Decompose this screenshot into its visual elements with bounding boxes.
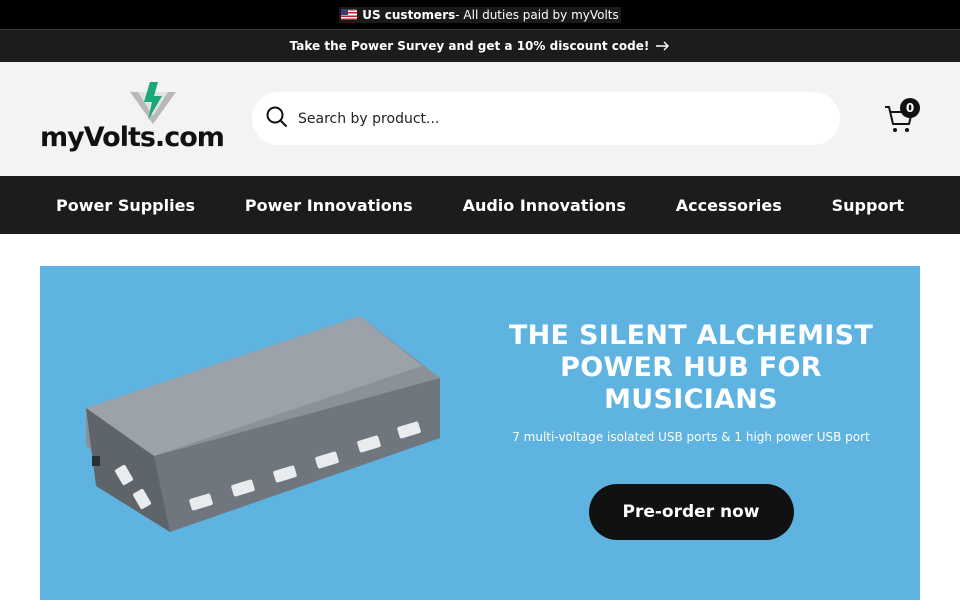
hero-title: THE SILENT ALCHEMIST POWER HUB FOR MUSIC… xyxy=(508,320,874,415)
nav-item-power-innovations[interactable]: Power Innovations xyxy=(245,196,413,215)
search-bar[interactable] xyxy=(252,92,840,145)
us-flag-icon xyxy=(341,9,358,20)
power-hub-product-image xyxy=(86,316,440,532)
survey-text: Take the Power Survey and get a 10% disc… xyxy=(289,39,650,53)
search-icon[interactable] xyxy=(266,106,288,132)
logo-bolt-icon xyxy=(130,82,176,124)
hero-subtitle: 7 multi-voltage isolated USB ports & 1 h… xyxy=(512,430,870,444)
cart-button[interactable]: 0 xyxy=(884,98,920,134)
nav-item-accessories[interactable]: Accessories xyxy=(676,196,782,215)
search-input[interactable] xyxy=(298,110,818,127)
announcement-bar: US customers - All duties paid by myVolt… xyxy=(0,0,960,29)
announcement-rest: - All duties paid by myVolts xyxy=(455,7,619,22)
announcement-content[interactable]: US customers - All duties paid by myVolt… xyxy=(339,6,621,23)
hero-banner[interactable]: THE SILENT ALCHEMIST POWER HUB FOR MUSIC… xyxy=(40,266,920,600)
main-nav: Power Supplies Power Innovations Audio I… xyxy=(0,176,960,234)
announcement-bold: US customers xyxy=(362,7,456,22)
arrow-right-icon xyxy=(655,41,670,51)
nav-item-power-supplies[interactable]: Power Supplies xyxy=(56,196,195,215)
site-header: myVolts.com 0 xyxy=(0,62,960,176)
nav-item-support[interactable]: Support xyxy=(832,196,904,215)
nav-item-audio-innovations[interactable]: Audio Innovations xyxy=(463,196,626,215)
logo-text: myVolts.com xyxy=(40,122,225,153)
cart-count-badge: 0 xyxy=(900,98,920,118)
site-logo[interactable]: myVolts.com xyxy=(40,82,225,160)
survey-bar[interactable]: Take the Power Survey and get a 10% disc… xyxy=(0,29,960,62)
preorder-button[interactable]: Pre-order now xyxy=(588,484,794,540)
hero-text-block: THE SILENT ALCHEMIST POWER HUB FOR MUSIC… xyxy=(491,320,891,540)
